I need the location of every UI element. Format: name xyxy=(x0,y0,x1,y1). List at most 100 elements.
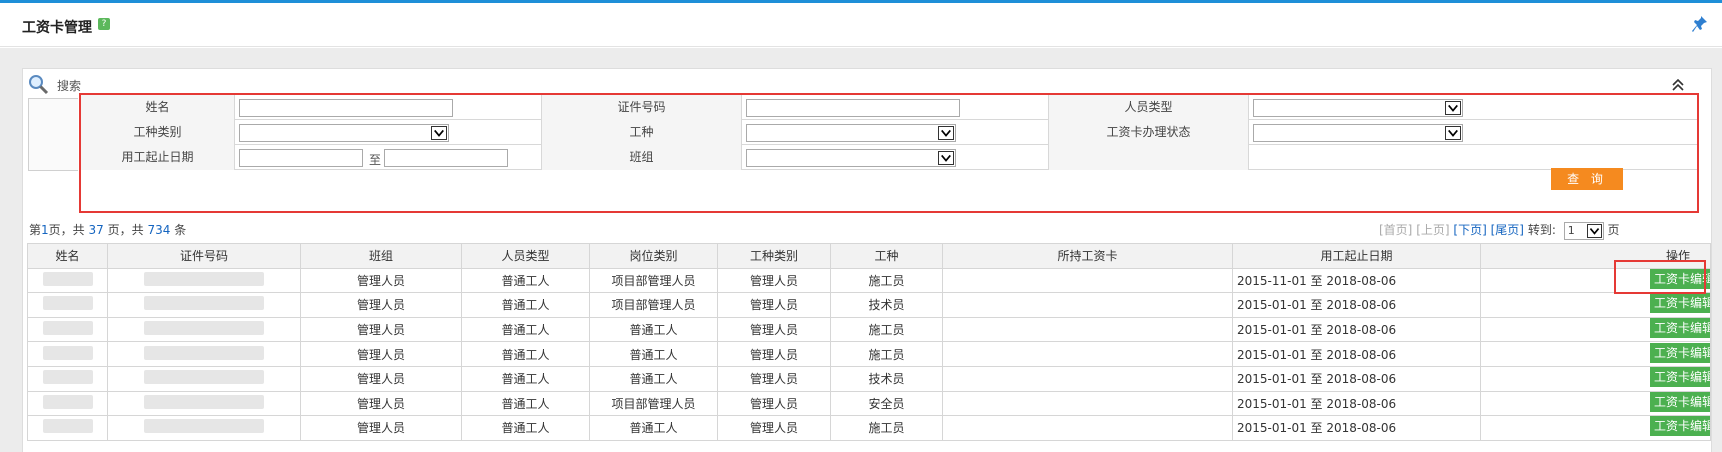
card-status-select[interactable] xyxy=(1253,124,1463,142)
edit-card-button[interactable]: 工资卡编辑 xyxy=(1650,293,1710,314)
col-id: 证件号码 xyxy=(107,243,301,269)
redacted-block xyxy=(144,394,264,409)
goto-page-select[interactable]: 1 xyxy=(1563,221,1604,240)
cell-post: 项目部管理人员 xyxy=(589,390,718,417)
person-type-label-cell: 人员类型 xyxy=(1049,95,1249,120)
cell-worktype: 施工员 xyxy=(830,341,943,367)
worktype-cat-label-cell: 工种类别 xyxy=(81,120,235,145)
worktype-select[interactable] xyxy=(746,124,956,142)
date-end-input[interactable] xyxy=(384,149,508,167)
cell-date: 2015-01-01 至 2018-08-06 xyxy=(1232,415,1481,441)
prev-page-link[interactable]: [上页] xyxy=(1416,223,1449,237)
cell-date: 2015-01-01 至 2018-08-06 xyxy=(1232,390,1481,417)
cell-card xyxy=(942,341,1233,367)
table-row: 管理人员 普通工人 项目部管理人员 管理人员 施工员 2015-11-01 至 2018-… xyxy=(27,267,1711,294)
cell-person-type: 普通工人 xyxy=(461,415,590,441)
cell-team: 管理人员 xyxy=(300,415,462,441)
redacted-block xyxy=(144,345,264,360)
col-post: 岗位类别 xyxy=(589,243,718,269)
name-input[interactable] xyxy=(239,99,453,117)
cell-id xyxy=(107,365,301,392)
cell-action: 工资卡编辑 xyxy=(1480,341,1711,367)
query-button[interactable]: 查 询 xyxy=(1551,168,1623,190)
current-page: 1 xyxy=(41,223,49,237)
date-label-cell: 用工起止日期 xyxy=(81,145,235,170)
worktype-cat-select[interactable] xyxy=(239,124,449,142)
date-to-label: 至 xyxy=(369,153,382,167)
cell-date: 2015-11-01 至 2018-08-06 xyxy=(1232,267,1481,294)
cell-card xyxy=(942,292,1233,318)
pager-mid2: 页，共 xyxy=(107,223,144,237)
person-type-select[interactable] xyxy=(1253,99,1463,117)
cell-id xyxy=(107,316,301,343)
col-name: 姓名 xyxy=(27,243,108,269)
next-page-link[interactable]: [下页] xyxy=(1453,223,1486,237)
chevron-down-icon xyxy=(938,126,954,140)
cell-worktype: 技术员 xyxy=(830,365,943,392)
last-page-link[interactable]: [尾页] xyxy=(1491,223,1524,237)
date-range-cell: 至 xyxy=(235,145,542,170)
redacted-block xyxy=(144,321,264,336)
table-header-row: 姓名 证件号码 班组 人员类型 岗位类别 工种类别 工种 所持工资卡 用工起止日… xyxy=(27,243,1711,269)
search-grid-gutter xyxy=(28,98,78,171)
redacted-block xyxy=(42,321,93,336)
cell-action: 工资卡编辑 xyxy=(1480,415,1711,441)
id-number-input[interactable] xyxy=(746,99,960,117)
cell-action: 工资卡编辑 xyxy=(1480,292,1711,318)
person-type-label: 人员类型 xyxy=(1124,100,1173,114)
cell-team: 管理人员 xyxy=(300,365,462,392)
cell-team: 管理人员 xyxy=(300,316,462,343)
main-panel: 搜索 姓名 证件号码 人员类型 工种类别 工种 工资卡办理状态 用工起止日期 至… xyxy=(22,68,1712,452)
table-row: 管理人员 普通工人 普通工人 管理人员 施工员 2015-01-01 至 2018-08-… xyxy=(27,341,1711,367)
cell-team: 管理人员 xyxy=(300,341,462,367)
cell-worktype-cat: 管理人员 xyxy=(717,415,831,441)
cell-worktype: 技术员 xyxy=(830,292,943,318)
date-label: 用工起止日期 xyxy=(121,150,194,164)
chevron-up-icon[interactable] xyxy=(1671,79,1685,91)
first-page-link[interactable]: [首页] xyxy=(1379,223,1412,237)
worktype-cell xyxy=(742,120,1049,145)
total-pages: 37 xyxy=(88,223,104,237)
pin-icon[interactable] xyxy=(1692,15,1708,35)
search-label: 搜索 xyxy=(57,79,82,93)
chevron-down-icon xyxy=(431,126,447,140)
help-icon[interactable]: ? xyxy=(98,18,110,30)
cell-card xyxy=(942,316,1233,343)
name-input-cell xyxy=(235,95,542,120)
redacted-block xyxy=(144,271,264,286)
goto-label: 转到: xyxy=(1527,223,1556,237)
edit-card-button[interactable]: 工资卡编辑 xyxy=(1650,318,1710,339)
pager-summary: 第1页，共 37 页，共 734 条 xyxy=(29,221,186,238)
worktype-label: 工种 xyxy=(629,125,654,139)
col-team: 班组 xyxy=(300,243,462,269)
table-row: 管理人员 普通工人 普通工人 管理人员 技术员 2015-01-01 至 2018-08-… xyxy=(27,365,1711,392)
redacted-block xyxy=(144,370,264,385)
redacted-block xyxy=(42,419,93,434)
edit-card-button[interactable]: 工资卡编辑 xyxy=(1650,342,1710,363)
edit-card-button[interactable]: 工资卡编辑 xyxy=(1650,367,1710,388)
cell-id xyxy=(107,267,301,294)
col-card: 所持工资卡 xyxy=(942,243,1233,269)
chevron-down-icon xyxy=(1445,101,1461,115)
cell-post: 项目部管理人员 xyxy=(589,267,718,294)
cell-name xyxy=(27,316,108,343)
cell-id xyxy=(107,415,301,441)
card-status-label: 工资卡办理状态 xyxy=(1106,125,1191,139)
col-worktype: 工种 xyxy=(830,243,943,269)
card-status-label-cell: 工资卡办理状态 xyxy=(1049,120,1249,145)
date-start-input[interactable] xyxy=(239,149,363,167)
cell-name xyxy=(27,415,108,441)
edit-card-button[interactable]: 工资卡编辑 xyxy=(1650,392,1710,412)
pager-mid: 页，共 xyxy=(48,223,85,237)
cell-person-type: 普通工人 xyxy=(461,390,590,417)
edit-card-button[interactable]: 工资卡编辑 xyxy=(1650,416,1710,437)
col-worktype-cat: 工种类别 xyxy=(717,243,831,269)
cell-name xyxy=(27,267,108,294)
chevron-down-icon xyxy=(938,151,954,165)
cell-person-type: 普通工人 xyxy=(461,267,590,294)
chevron-down-icon xyxy=(1586,223,1602,238)
cell-date: 2015-01-01 至 2018-08-06 xyxy=(1232,365,1481,392)
redacted-block xyxy=(144,296,264,311)
team-label-cell: 班组 xyxy=(542,145,742,170)
team-select[interactable] xyxy=(746,149,956,167)
